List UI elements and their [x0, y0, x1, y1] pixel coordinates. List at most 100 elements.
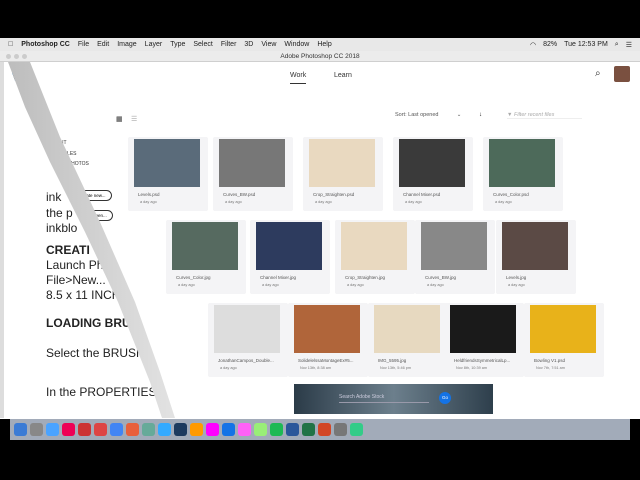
menu-file[interactable]: File	[78, 41, 89, 48]
file-card[interactable]: Crop_Straighten.psd a day ago	[303, 137, 383, 211]
stock-search-input[interactable]: Search Adobe Stock	[339, 394, 429, 403]
file-name: Crop_Straighten.psd	[313, 192, 355, 197]
dock-app-icon[interactable]	[110, 423, 123, 436]
file-thumbnail	[502, 222, 568, 270]
file-card[interactable]: HeldfriendsSymmetricalLp... Nov 8th, 10:3…	[444, 303, 524, 377]
menu-app[interactable]: Photoshop CC	[21, 41, 70, 48]
file-name: JonathanCampos_Double...	[218, 358, 274, 363]
tab-work[interactable]: Work	[290, 72, 307, 84]
search-icon[interactable]: ⌕	[595, 68, 601, 79]
menu-layer[interactable]: Layer	[145, 41, 163, 48]
file-thumbnail	[214, 305, 280, 353]
filter-placeholder: Filter recent files	[513, 112, 555, 118]
doc-heading: CREATI	[46, 243, 90, 257]
menu-bar:  Photoshop CC File Edit Image Layer Typ…	[0, 38, 640, 51]
dock-app-icon[interactable]	[206, 423, 219, 436]
dock-app-icon[interactable]	[14, 423, 27, 436]
clock[interactable]: Tue 12:53 PM	[564, 41, 608, 49]
dock-app-icon[interactable]	[78, 423, 91, 436]
battery-status[interactable]: 82%	[543, 41, 557, 49]
open-button[interactable]: Open...	[86, 210, 113, 221]
list-view-icon[interactable]: ☰	[131, 115, 137, 123]
dock-app-icon[interactable]	[302, 423, 315, 436]
create-new-button[interactable]: Create new...	[73, 190, 112, 201]
menu-filter[interactable]: Filter	[221, 41, 237, 48]
file-thumbnail	[256, 222, 322, 270]
filter-input[interactable]: ▼ Filter recent files	[507, 112, 582, 119]
sort-direction-icon[interactable]: ↓	[479, 112, 482, 118]
file-card[interactable]: Levels.jpg a day ago	[496, 220, 576, 294]
file-name: Bowling V1.psd	[534, 358, 566, 363]
dock-app-icon[interactable]	[286, 423, 299, 436]
file-date: a day ago	[427, 283, 444, 287]
file-card[interactable]: IMG_5595.jpg Nov 13th, 5:46 pm	[368, 303, 448, 377]
file-name: SolidelelssaMontageEx#5...	[298, 358, 354, 363]
file-card[interactable]: Curves_Color.jpg a day ago	[166, 220, 246, 294]
sidebar-item-recent[interactable]: RECENT	[46, 140, 67, 146]
file-date: Nov 13th, 5:46 pm	[380, 366, 412, 370]
window-controls[interactable]	[6, 54, 27, 59]
dock-app-icon[interactable]	[126, 423, 139, 436]
avatar[interactable]	[614, 66, 630, 82]
dock-app-icon[interactable]	[318, 423, 331, 436]
dock-app-icon[interactable]	[46, 423, 59, 436]
file-date: a day ago	[220, 366, 237, 370]
sort-label: Sort	[395, 112, 406, 118]
stock-go-button[interactable]: Go	[439, 392, 451, 404]
file-card[interactable]: Levels.psd a day ago	[128, 137, 208, 211]
menu-view[interactable]: View	[261, 41, 276, 48]
tab-learn[interactable]: Learn	[334, 72, 352, 79]
dock-app-icon[interactable]	[270, 423, 283, 436]
file-card[interactable]: Curves_Color.psd a day ago	[483, 137, 563, 211]
menu-window[interactable]: Window	[284, 41, 309, 48]
dock-app-icon[interactable]	[142, 423, 155, 436]
adobe-stock-search: Search Adobe Stock Go	[294, 384, 493, 414]
dock-app-icon[interactable]	[238, 423, 251, 436]
dock-app-icon[interactable]	[94, 423, 107, 436]
notification-icon[interactable]: ☰	[626, 41, 632, 49]
dock-app-icon[interactable]	[254, 423, 267, 436]
file-card[interactable]: Curves_BW.jpg a day ago	[415, 220, 495, 294]
menu-image[interactable]: Image	[117, 41, 136, 48]
menu-3d[interactable]: 3D	[244, 41, 253, 48]
file-card[interactable]: Channel Mixer.jpg a day ago	[250, 220, 330, 294]
dock-app-icon[interactable]	[222, 423, 235, 436]
spotlight-icon[interactable]: ⌕	[615, 41, 619, 49]
file-date: Nov 7th, 7:51 am	[536, 366, 565, 370]
file-thumbnail	[530, 305, 596, 353]
sidebar-item-cc-files[interactable]: CC FILES	[54, 151, 77, 157]
dock-app-icon[interactable]	[62, 423, 75, 436]
dock-app-icon[interactable]	[334, 423, 347, 436]
file-card[interactable]: Crop_Straighten.jpg a day ago	[335, 220, 415, 294]
dock-app-icon[interactable]	[158, 423, 171, 436]
wifi-icon[interactable]: ◠	[530, 41, 536, 49]
dock-app-icon[interactable]	[190, 423, 203, 436]
file-name: Levels.jpg	[506, 275, 527, 280]
menu-help[interactable]: Help	[317, 41, 331, 48]
file-date: a day ago	[225, 200, 242, 204]
sidebar-item-lr-photos[interactable]: LR PHOTOS	[60, 161, 89, 167]
ps-header: Ps Work Learn ⌕	[8, 62, 640, 88]
grid-view-icon[interactable]: ▦	[116, 115, 123, 123]
sort-dropdown[interactable]: Sort: Last opened ⌄	[395, 112, 461, 118]
file-card[interactable]: Curves_BW.psd a day ago	[213, 137, 293, 211]
file-name: Channel Mixer.jpg	[260, 275, 297, 280]
dock	[10, 419, 630, 440]
file-name: Channel Mixer.psd	[403, 192, 441, 197]
file-date: a day ago	[140, 200, 157, 204]
file-card[interactable]: JonathanCampos_Double...a day ago	[208, 303, 288, 377]
menu-select[interactable]: Select	[193, 41, 212, 48]
dock-app-icon[interactable]	[174, 423, 187, 436]
menu-type[interactable]: Type	[170, 41, 185, 48]
file-card[interactable]: SolidelelssaMontageEx#5... Nov 13th, 8:38…	[288, 303, 368, 377]
file-thumbnail	[399, 139, 465, 187]
apple-icon[interactable]: 	[8, 41, 13, 48]
menu-edit[interactable]: Edit	[97, 41, 109, 48]
dock-app-icon[interactable]	[350, 423, 363, 436]
file-date: a day ago	[405, 200, 422, 204]
file-date: a day ago	[178, 283, 195, 287]
file-card[interactable]: Bowling V1.psd Nov 7th, 7:51 am	[524, 303, 604, 377]
file-thumbnail	[134, 139, 200, 187]
dock-app-icon[interactable]	[30, 423, 43, 436]
file-card[interactable]: Channel Mixer.psd a day ago	[393, 137, 473, 211]
